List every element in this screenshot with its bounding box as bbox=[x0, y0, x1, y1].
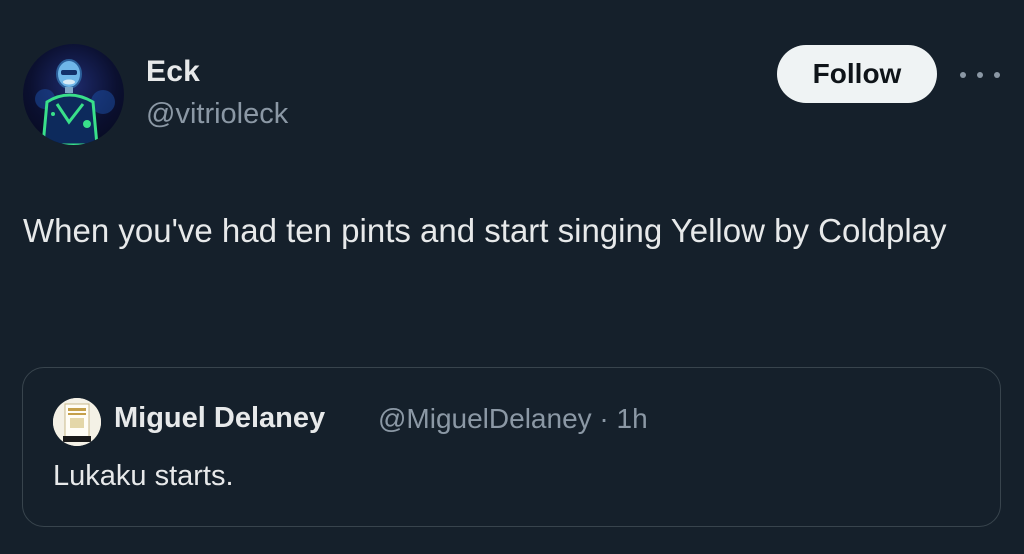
follow-button[interactable]: Follow bbox=[777, 45, 937, 103]
more-dot bbox=[960, 72, 966, 78]
quoted-tweet-text: Lukaku starts. bbox=[53, 460, 234, 492]
author-display-name[interactable]: Eck bbox=[146, 55, 200, 89]
quoted-author-handle-time: @MiguelDelaney · 1h bbox=[378, 403, 648, 434]
tweet-text: When you've had ten pints and start sing… bbox=[23, 212, 947, 249]
author-handle[interactable]: @vitrioleck bbox=[146, 98, 288, 131]
quoted-tweet-card[interactable]: Miguel Delaney @MiguelDelaney · 1h Lukak… bbox=[22, 367, 1001, 527]
more-dot bbox=[977, 72, 983, 78]
more-dot bbox=[994, 72, 1000, 78]
robot-avatar-icon bbox=[35, 59, 115, 145]
author-avatar[interactable] bbox=[23, 44, 124, 145]
book-cover-avatar-icon bbox=[53, 398, 101, 446]
more-horizontal-icon[interactable] bbox=[960, 64, 1000, 86]
quoted-author-display-name[interactable]: Miguel Delaney bbox=[114, 402, 325, 435]
tweet-card: Eck @vitrioleck Follow When you've had t… bbox=[0, 0, 1024, 554]
quoted-author-avatar[interactable] bbox=[53, 398, 101, 446]
